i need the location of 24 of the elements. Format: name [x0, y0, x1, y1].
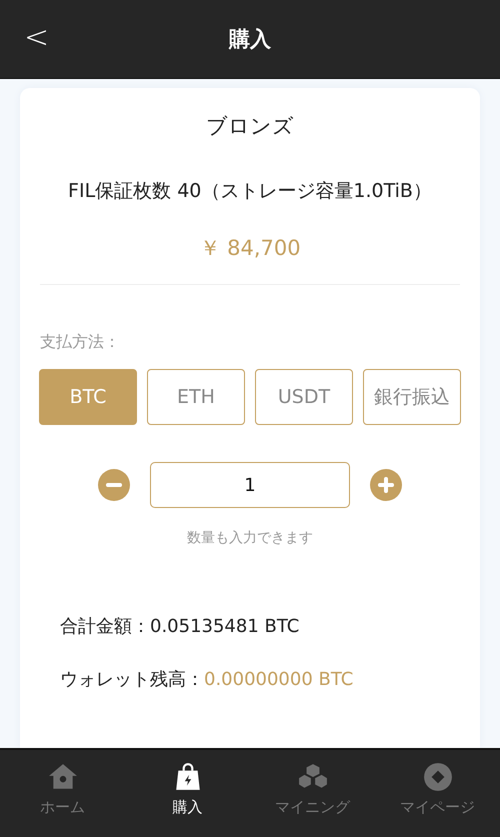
quantity-field[interactable]: 1 [150, 462, 350, 508]
quantity-hint: 数量も入力できます [187, 529, 313, 547]
summary-value: 0.05135481 BTC [150, 616, 300, 637]
nav-tab[interactable]: マイニング [250, 750, 375, 837]
price-text: ￥ 84,700 [199, 235, 301, 262]
summary-label: 合計金額： [60, 616, 150, 637]
summary-value: 0.00000000 BTC [204, 669, 354, 690]
nav-tab[interactable]: ホーム [0, 750, 125, 837]
payment-method-tab[interactable]: 銀行振込 [363, 369, 461, 425]
back-button[interactable]: < [20, 20, 54, 56]
diamond-circle-icon [422, 762, 452, 792]
page-title: 購入 [229, 26, 271, 53]
payment-method-tab[interactable]: BTC [39, 369, 137, 425]
plan-name: ブロンズ [206, 113, 294, 140]
payment-method-tab[interactable]: USDT [255, 369, 353, 425]
payment-method-tab[interactable]: ETH [147, 369, 245, 425]
nav-tab[interactable]: マイページ [375, 750, 500, 837]
nav-tab[interactable]: 購入 [125, 750, 250, 837]
minus-icon[interactable] [98, 469, 130, 501]
house-icon [48, 762, 78, 792]
plus-icon[interactable] [370, 469, 402, 501]
payment-label: 支払方法： [40, 332, 120, 353]
summary-label: ウォレット残高： [60, 669, 204, 690]
product-description: FIL保証枚数 40（ストレージ容量1.0TiB） [67, 179, 433, 204]
